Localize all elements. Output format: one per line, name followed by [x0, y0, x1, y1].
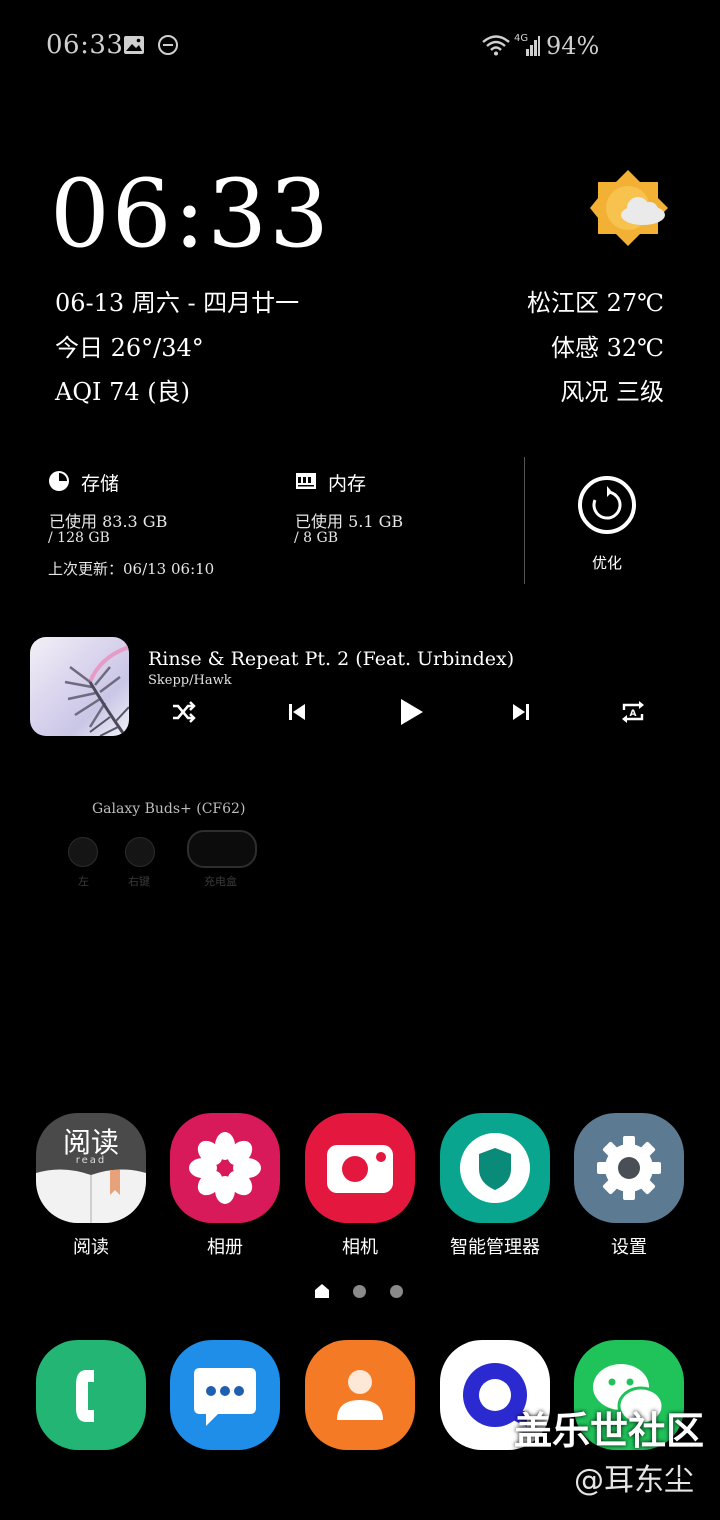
widget-temp-range: 今日 26°/34° [55, 334, 204, 362]
left-bud-label: 左 [78, 875, 89, 888]
status-time: 06:33 [46, 30, 124, 60]
dock-messages[interactable] [170, 1340, 280, 1450]
storage-total: / 128 GB [48, 530, 110, 546]
home-page-indicator-icon[interactable] [314, 1283, 330, 1299]
storage-used: 已使用 83.3 GB [49, 512, 168, 531]
widget-clock-time[interactable]: 06:33 [50, 160, 331, 269]
do-not-disturb-icon [158, 35, 178, 55]
watermark-title: 盖乐世社区 [514, 1409, 705, 1453]
song-artist: Skepp/Hawk [148, 673, 232, 688]
device-care-app[interactable] [440, 1113, 550, 1223]
left-bud-icon[interactable] [68, 837, 98, 867]
widget-feels-like: 体感 32℃ [550, 334, 664, 362]
optimize-label[interactable]: 优化 [582, 552, 632, 573]
messages-icon [170, 1340, 280, 1450]
settings-icon [574, 1113, 684, 1223]
device-care-icon [440, 1113, 550, 1223]
memory-label: 内存 [328, 473, 367, 495]
app-label-settings: 设置 [611, 1237, 647, 1258]
gallery-icon [170, 1113, 280, 1223]
watermark-author: @耳东尘 [574, 1463, 694, 1498]
shuffle-icon[interactable] [171, 699, 197, 725]
contacts-icon [305, 1340, 415, 1450]
phone-icon [36, 1340, 146, 1450]
buds-device-name: Galaxy Buds+ (CF62) [92, 801, 246, 817]
play-icon[interactable] [398, 697, 426, 727]
storage-icon [49, 471, 69, 491]
app-label-camera: 相机 [342, 1237, 378, 1258]
right-bud-icon[interactable] [125, 837, 155, 867]
memory-total: / 8 GB [294, 530, 338, 546]
app-label-gallery: 相册 [207, 1237, 243, 1258]
gallery-notification-icon [124, 36, 144, 54]
memory-used: 已使用 5.1 GB [295, 512, 404, 531]
page-dot-3[interactable] [390, 1285, 403, 1298]
widget-wind: 风况 三级 [560, 378, 664, 406]
app-label-reader: 阅读 [73, 1237, 109, 1258]
camera-app[interactable] [305, 1113, 415, 1223]
dock-contacts[interactable] [305, 1340, 415, 1450]
battery-percent: 94% [546, 32, 600, 60]
signal-icon [526, 36, 540, 56]
previous-icon[interactable] [286, 701, 308, 723]
dock-phone[interactable] [36, 1340, 146, 1450]
album-art[interactable] [30, 637, 129, 736]
app-label-device-care: 智能管理器 [450, 1237, 540, 1258]
reader-app[interactable]: 阅读 read [36, 1113, 146, 1223]
repeat-icon[interactable]: A [619, 698, 647, 726]
divider [524, 457, 525, 584]
reader-icon [36, 1169, 146, 1223]
settings-app[interactable] [574, 1113, 684, 1223]
charging-case-icon[interactable] [187, 830, 257, 868]
widget-aqi: AQI 74 (良) [55, 378, 191, 406]
song-title: Rinse & Repeat Pt. 2 (Feat. Urbindex) [148, 648, 515, 670]
widget-location-temp: 松江区 27℃ [526, 289, 664, 317]
next-icon[interactable] [510, 701, 532, 723]
storage-label: 存储 [81, 473, 120, 495]
wifi-icon [482, 35, 510, 56]
last-update: 上次更新：06/13 06:10 [48, 560, 215, 578]
page-dot-2[interactable] [353, 1285, 366, 1298]
right-bud-label: 右键 [128, 875, 150, 888]
camera-icon [305, 1113, 415, 1223]
svg-text:A: A [630, 709, 637, 719]
gallery-app[interactable] [170, 1113, 280, 1223]
case-label: 充电盒 [204, 875, 237, 888]
memory-icon [296, 473, 316, 489]
optimize-icon[interactable] [576, 474, 638, 536]
widget-date: 06-13 周六 - 四月廿一 [55, 289, 300, 317]
partly-cloudy-icon[interactable] [588, 168, 668, 248]
